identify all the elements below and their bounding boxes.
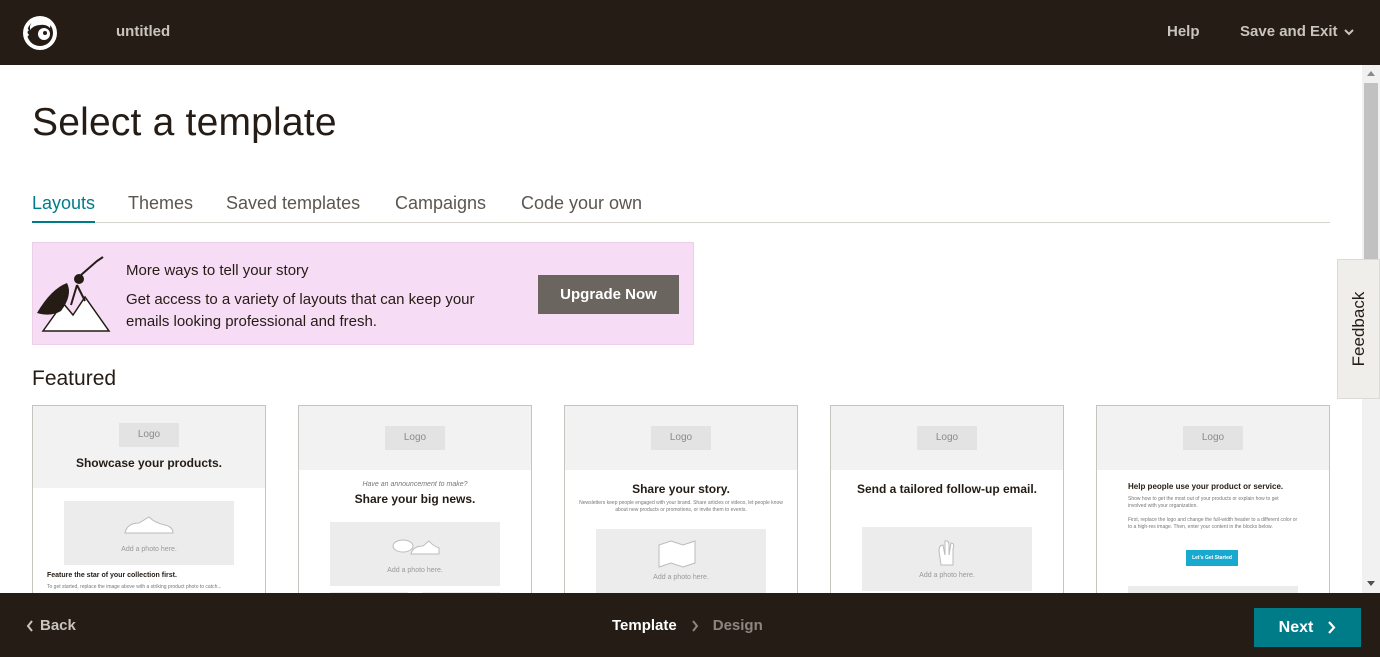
- scroll-up-arrow-icon[interactable]: [1367, 71, 1375, 76]
- save-and-exit-menu[interactable]: Save and Exit: [1240, 23, 1354, 40]
- next-label: Next: [1278, 618, 1314, 636]
- featured-heading: Featured: [32, 367, 117, 390]
- tab-code-your-own[interactable]: Code your own: [521, 193, 642, 223]
- card-title: Showcase your products.: [75, 456, 223, 470]
- card-body-1: Show how to get the most out of your pro…: [1128, 496, 1279, 509]
- template-card-showcase-products[interactable]: Logo Showcase your products. Add a photo…: [32, 405, 266, 593]
- photo-placeholder: Add a photo here.: [862, 527, 1032, 591]
- tab-campaigns[interactable]: Campaigns: [395, 193, 486, 223]
- upgrade-now-button[interactable]: Upgrade Now: [538, 275, 679, 314]
- card-body: To get started, replace the image above …: [47, 584, 222, 590]
- card-header-band: [33, 406, 265, 488]
- card-kicker: Have an announcement to make?: [362, 481, 468, 488]
- template-card-big-news[interactable]: Logo Have an announcement to make? Share…: [298, 405, 532, 593]
- tab-saved-templates[interactable]: Saved templates: [226, 193, 360, 223]
- logo-placeholder: Logo: [917, 426, 977, 450]
- logo-placeholder: Logo: [1183, 426, 1243, 450]
- scroll-down-arrow-icon[interactable]: [1367, 581, 1375, 586]
- progress-steps: Template Design: [612, 617, 763, 634]
- campaign-title[interactable]: untitled: [116, 23, 170, 40]
- back-label: Back: [40, 617, 76, 634]
- featured-templates-list: Logo Showcase your products. Add a photo…: [32, 405, 1332, 593]
- climber-illustration-icon: [37, 256, 111, 332]
- chevron-down-icon: [1343, 28, 1354, 35]
- template-card-follow-up[interactable]: Logo Send a tailored follow-up email. Ad…: [830, 405, 1064, 593]
- map-icon: [658, 540, 696, 568]
- tab-layouts[interactable]: Layouts: [32, 193, 96, 223]
- logo-placeholder: Logo: [385, 426, 445, 450]
- help-link[interactable]: Help: [1167, 23, 1200, 40]
- scrollbar-thumb[interactable]: [1364, 83, 1378, 261]
- step-design: Design: [712, 617, 763, 634]
- feedback-tab[interactable]: Feedback: [1337, 259, 1380, 399]
- logo-placeholder: Logo: [651, 426, 711, 450]
- footer-bar: Back Template Design Next: [0, 593, 1380, 657]
- template-tabs: Layouts Themes Saved templates Campaigns…: [32, 193, 1330, 223]
- upgrade-promo-banner: More ways to tell your story Get access …: [32, 242, 694, 345]
- template-card-product-help[interactable]: Logo Help people use your product or ser…: [1096, 405, 1330, 593]
- card-title: Share your story.: [632, 482, 730, 496]
- card-subheading: Feature the star of your collection firs…: [47, 572, 177, 579]
- card-body-2: First, replace the logo and change the f…: [1128, 517, 1298, 530]
- hand-wave-icon: [938, 540, 955, 566]
- template-card-share-story[interactable]: Logo Share your story. Newsletters keep …: [564, 405, 798, 593]
- photo-caption: Add a photo here.: [121, 546, 177, 553]
- chevron-left-icon: [26, 619, 33, 632]
- content-block: [1128, 586, 1298, 593]
- main-content: Select a template Layouts Themes Saved t…: [0, 65, 1362, 593]
- photo-placeholder: Add a photo here.: [64, 501, 234, 565]
- mailchimp-logo-icon[interactable]: [20, 12, 60, 52]
- logo-placeholder: Logo: [119, 423, 179, 447]
- chevron-right-icon: [691, 619, 699, 632]
- photo-placeholder: Add a photo here.: [330, 522, 500, 586]
- save-and-exit-label: Save and Exit: [1240, 23, 1338, 40]
- photo-caption: Add a photo here.: [919, 572, 975, 579]
- sale-shoe-icon: [392, 539, 440, 555]
- shoe-icon: [124, 516, 174, 534]
- photo-caption: Add a photo here.: [387, 567, 443, 574]
- promo-title: More ways to tell your story: [126, 262, 309, 279]
- top-bar: untitled Help Save and Exit: [0, 0, 1380, 65]
- step-template: Template: [612, 617, 677, 634]
- feedback-label: Feedback: [1348, 291, 1368, 367]
- back-button[interactable]: Back: [26, 617, 76, 634]
- tab-themes[interactable]: Themes: [128, 193, 193, 223]
- page-title: Select a template: [32, 101, 337, 144]
- photo-placeholder: Add a photo here.: [596, 529, 766, 593]
- card-title: Share your big news.: [354, 492, 476, 506]
- chevron-right-icon: [1328, 621, 1336, 634]
- card-cta-button: Let's Get Started: [1186, 550, 1238, 566]
- photo-caption: Add a photo here.: [653, 574, 709, 581]
- next-button[interactable]: Next: [1254, 608, 1361, 647]
- card-title: Help people use your product or service.: [1128, 482, 1284, 491]
- promo-body: Get access to a variety of layouts that …: [126, 291, 475, 330]
- card-body: Newsletters keep people engaged with you…: [579, 500, 783, 513]
- card-title: Send a tailored follow-up email.: [856, 482, 1038, 496]
